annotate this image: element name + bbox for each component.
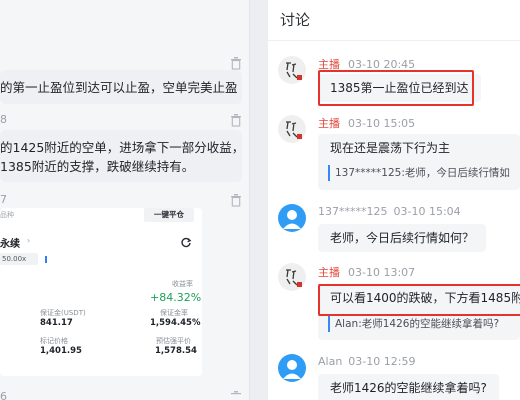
delete-icon[interactable] xyxy=(230,113,242,127)
mark-price-value: 1,401.95 xyxy=(40,346,82,356)
host-avatar[interactable] xyxy=(278,115,306,143)
post-list-header xyxy=(0,0,249,40)
user-avatar[interactable] xyxy=(278,204,306,232)
calligraphy-avatar-icon xyxy=(286,269,302,287)
user-avatar-icon xyxy=(283,360,301,379)
delete-icon[interactable] xyxy=(230,56,242,70)
close-position-button: 一键平仓 xyxy=(144,208,194,222)
discussion-panel: 讨论 主播 03-10 20:45 1385第一止盈位已经到达 主播 03-10 1… xyxy=(268,0,520,400)
post-text: 的第一止盈位到达可以止盈，空单完美止盈 xyxy=(0,80,238,95)
shot-field-label: 保证金(USDT) xyxy=(40,309,86,317)
host-avatar[interactable] xyxy=(278,263,306,291)
post-time: 6 xyxy=(0,390,7,400)
comment-time: 03-10 13:07 xyxy=(348,266,416,279)
author-name: 主播 xyxy=(318,266,340,279)
post-text-line: 1385附近的支撑，跌破继续持有。 xyxy=(0,159,195,174)
calligraphy-avatar-icon xyxy=(286,121,302,139)
highlight-box xyxy=(318,284,520,316)
profit-rate: +84.32% xyxy=(150,291,202,304)
divider xyxy=(268,40,520,41)
chevron-right-icon: › xyxy=(27,236,31,245)
shot-field-label: 品种 xyxy=(0,211,14,219)
delete-icon[interactable] xyxy=(230,390,242,400)
share-icon xyxy=(181,237,192,248)
delete-icon[interactable] xyxy=(230,193,242,207)
author-name: 137*****125 xyxy=(318,205,388,218)
panel-title: 讨论 xyxy=(280,11,311,29)
post-time: 8 xyxy=(0,113,7,126)
post-list-panel: 的第一止盈位到达可以止盈，空单完美止盈 8 的1425附近的空单，进场拿下一部分… xyxy=(0,0,250,400)
shot-field-label: 预估强平价 xyxy=(156,337,191,345)
margin-value: 841.17 xyxy=(40,318,73,328)
shot-symbol: 永续 xyxy=(0,239,20,250)
margin-ratio-value: 1,594.45% xyxy=(150,318,201,328)
calligraphy-avatar-icon xyxy=(286,62,302,80)
comment-time: 03-10 12:59 xyxy=(348,355,416,368)
comment-meta: 主播 03-10 13:07 xyxy=(318,264,415,280)
comment-meta: 主播 03-10 15:05 xyxy=(318,115,415,131)
liquidation-price-value: 1,578.54 xyxy=(155,346,197,356)
leverage-bar xyxy=(45,256,47,263)
comment-time: 03-10 15:04 xyxy=(393,205,461,218)
shot-field-label: 保证金率 xyxy=(160,309,188,317)
comment-bubble: 老师1426的空能继续拿着吗? xyxy=(318,374,499,400)
quoted-reply: 137*****125:老师，今日后续行情如 xyxy=(328,165,510,181)
comment-time: 03-10 15:05 xyxy=(348,117,416,130)
host-avatar[interactable] xyxy=(278,56,306,84)
post-text-line: 的1425附近的空单，进场拿下一部分收益， xyxy=(0,140,245,155)
author-name: Alan xyxy=(318,355,343,368)
shot-field-label: 标记价格 xyxy=(40,337,68,345)
user-avatar-icon xyxy=(283,210,301,229)
author-name: 主播 xyxy=(318,117,340,130)
user-avatar[interactable] xyxy=(278,354,306,382)
shot-field-label: 收益率 xyxy=(172,280,193,288)
leverage-badge: 50.00x xyxy=(0,253,38,265)
highlight-box xyxy=(318,70,474,106)
comment-bubble: 老师，今日后续行情如何？ xyxy=(318,224,487,252)
comment-meta: Alan 03-10 12:59 xyxy=(318,355,415,368)
comment-text: 现在还是震荡下行为主 xyxy=(330,141,451,155)
quoted-reply: Alan:老师1426的空能继续拿着吗? xyxy=(328,316,499,332)
comment-meta: 137*****125 03-10 15:04 xyxy=(318,205,461,218)
post-time: 7 xyxy=(0,193,7,206)
